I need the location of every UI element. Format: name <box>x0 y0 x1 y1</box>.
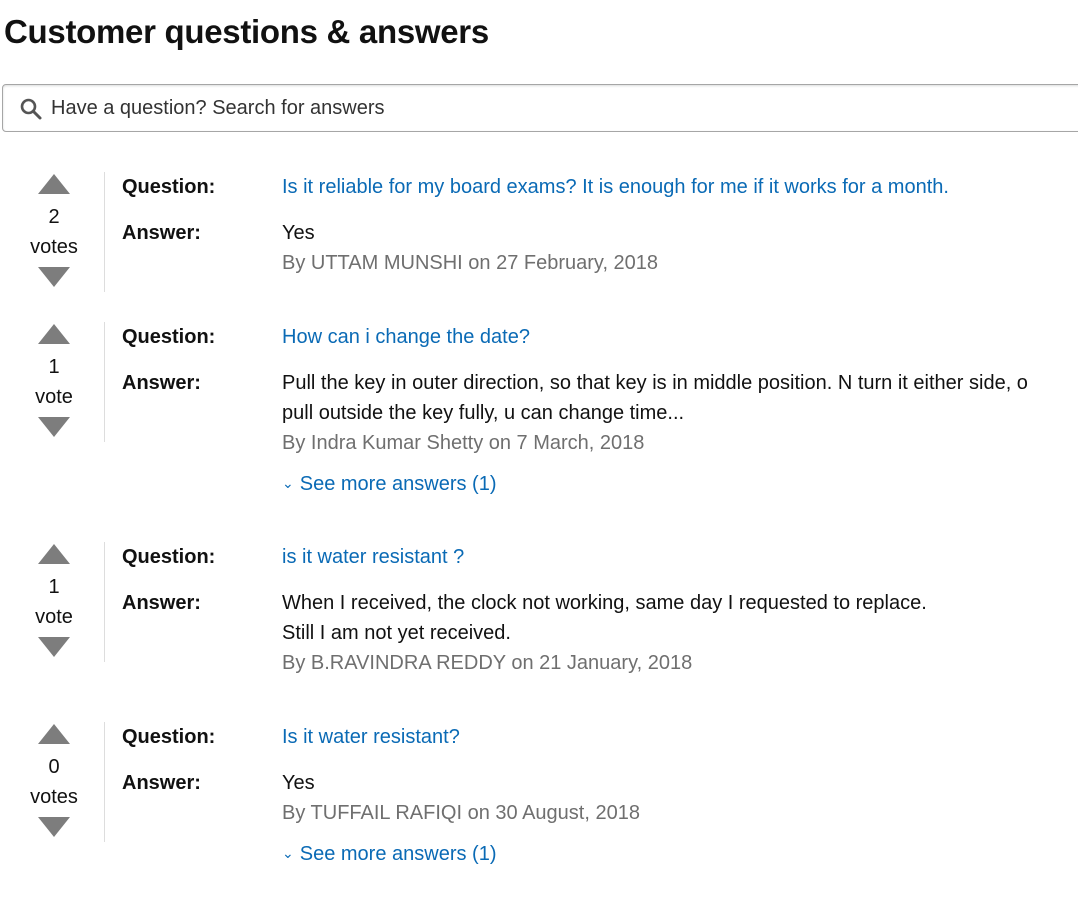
answer-label: Answer: <box>122 372 201 394</box>
question-label: Question: <box>122 726 216 748</box>
search-icon <box>20 98 42 120</box>
answer-byline: By Indra Kumar Shetty on 7 March, 2018 <box>282 432 645 454</box>
vote-divider <box>104 722 105 842</box>
answer-byline: By UTTAM MUNSHI on 27 February, 2018 <box>282 252 659 274</box>
vote-widget: 1 vote <box>24 322 84 442</box>
answer-label: Answer: <box>122 592 201 614</box>
qa-item: 1 vote Question: How can i change the da… <box>0 322 1078 502</box>
vote-up-icon[interactable] <box>38 324 70 344</box>
vote-widget: 1 vote <box>24 542 84 662</box>
chevron-down-icon: ⌄ <box>282 475 294 491</box>
question-label: Question: <box>122 176 216 198</box>
vote-unit: votes <box>30 236 78 258</box>
question-label: Question: <box>122 326 216 348</box>
see-more-label: See more answers (1) <box>299 843 497 865</box>
answer-line: pull outside the key fully, u can change… <box>282 402 685 424</box>
qa-item: 1 vote Question: is it water resistant ?… <box>0 542 1078 674</box>
vote-widget: 0 votes <box>24 722 84 842</box>
vote-unit: vote <box>35 606 73 628</box>
answer-label: Answer: <box>122 772 201 794</box>
vote-divider <box>104 322 105 442</box>
chevron-down-icon: ⌄ <box>282 845 294 861</box>
vote-down-icon[interactable] <box>38 817 70 837</box>
answer-line: When I received, the clock not working, … <box>282 592 927 614</box>
see-more-answers-link[interactable]: ⌄ See more answers (1) <box>282 470 496 497</box>
question-link[interactable]: Is it water resistant? <box>282 724 460 750</box>
vote-count: 2 <box>48 206 60 228</box>
vote-up-icon[interactable] <box>38 174 70 194</box>
answer-line: Pull the key in outer direction, so that… <box>282 372 1028 394</box>
qa-item: 0 votes Question: Is it water resistant?… <box>0 722 1078 872</box>
answer-line: Yes <box>282 772 315 794</box>
qa-item: 2 votes Question: Is it reliable for my … <box>0 172 1078 297</box>
vote-widget: 2 votes <box>24 172 84 292</box>
answer-label: Answer: <box>122 222 201 244</box>
page-title: Customer questions & answers <box>4 13 489 50</box>
question-link[interactable]: Is it reliable for my board exams? It is… <box>282 174 949 200</box>
vote-unit: votes <box>30 786 78 808</box>
answer-byline: By TUFFAIL RAFIQI on 30 August, 2018 <box>282 802 640 824</box>
question-label: Question: <box>122 546 216 568</box>
search-box[interactable] <box>2 84 1078 132</box>
answer-line: Still I am not yet received. <box>282 622 511 644</box>
see-more-label: See more answers (1) <box>299 473 497 495</box>
vote-unit: vote <box>35 386 73 408</box>
vote-down-icon[interactable] <box>38 637 70 657</box>
vote-count: 1 <box>48 576 60 598</box>
vote-count: 0 <box>48 756 60 778</box>
answer-byline: By B.RAVINDRA REDDY on 21 January, 2018 <box>282 652 693 674</box>
question-link[interactable]: How can i change the date? <box>282 324 530 350</box>
vote-divider <box>104 172 105 292</box>
vote-divider <box>104 542 105 662</box>
answer-line: Yes <box>282 222 315 244</box>
vote-down-icon[interactable] <box>38 417 70 437</box>
search-input[interactable] <box>51 85 1051 131</box>
vote-up-icon[interactable] <box>38 544 70 564</box>
vote-up-icon[interactable] <box>38 724 70 744</box>
vote-count: 1 <box>48 356 60 378</box>
question-link[interactable]: is it water resistant ? <box>282 544 464 570</box>
vote-down-icon[interactable] <box>38 267 70 287</box>
see-more-answers-link[interactable]: ⌄ See more answers (1) <box>282 840 496 867</box>
